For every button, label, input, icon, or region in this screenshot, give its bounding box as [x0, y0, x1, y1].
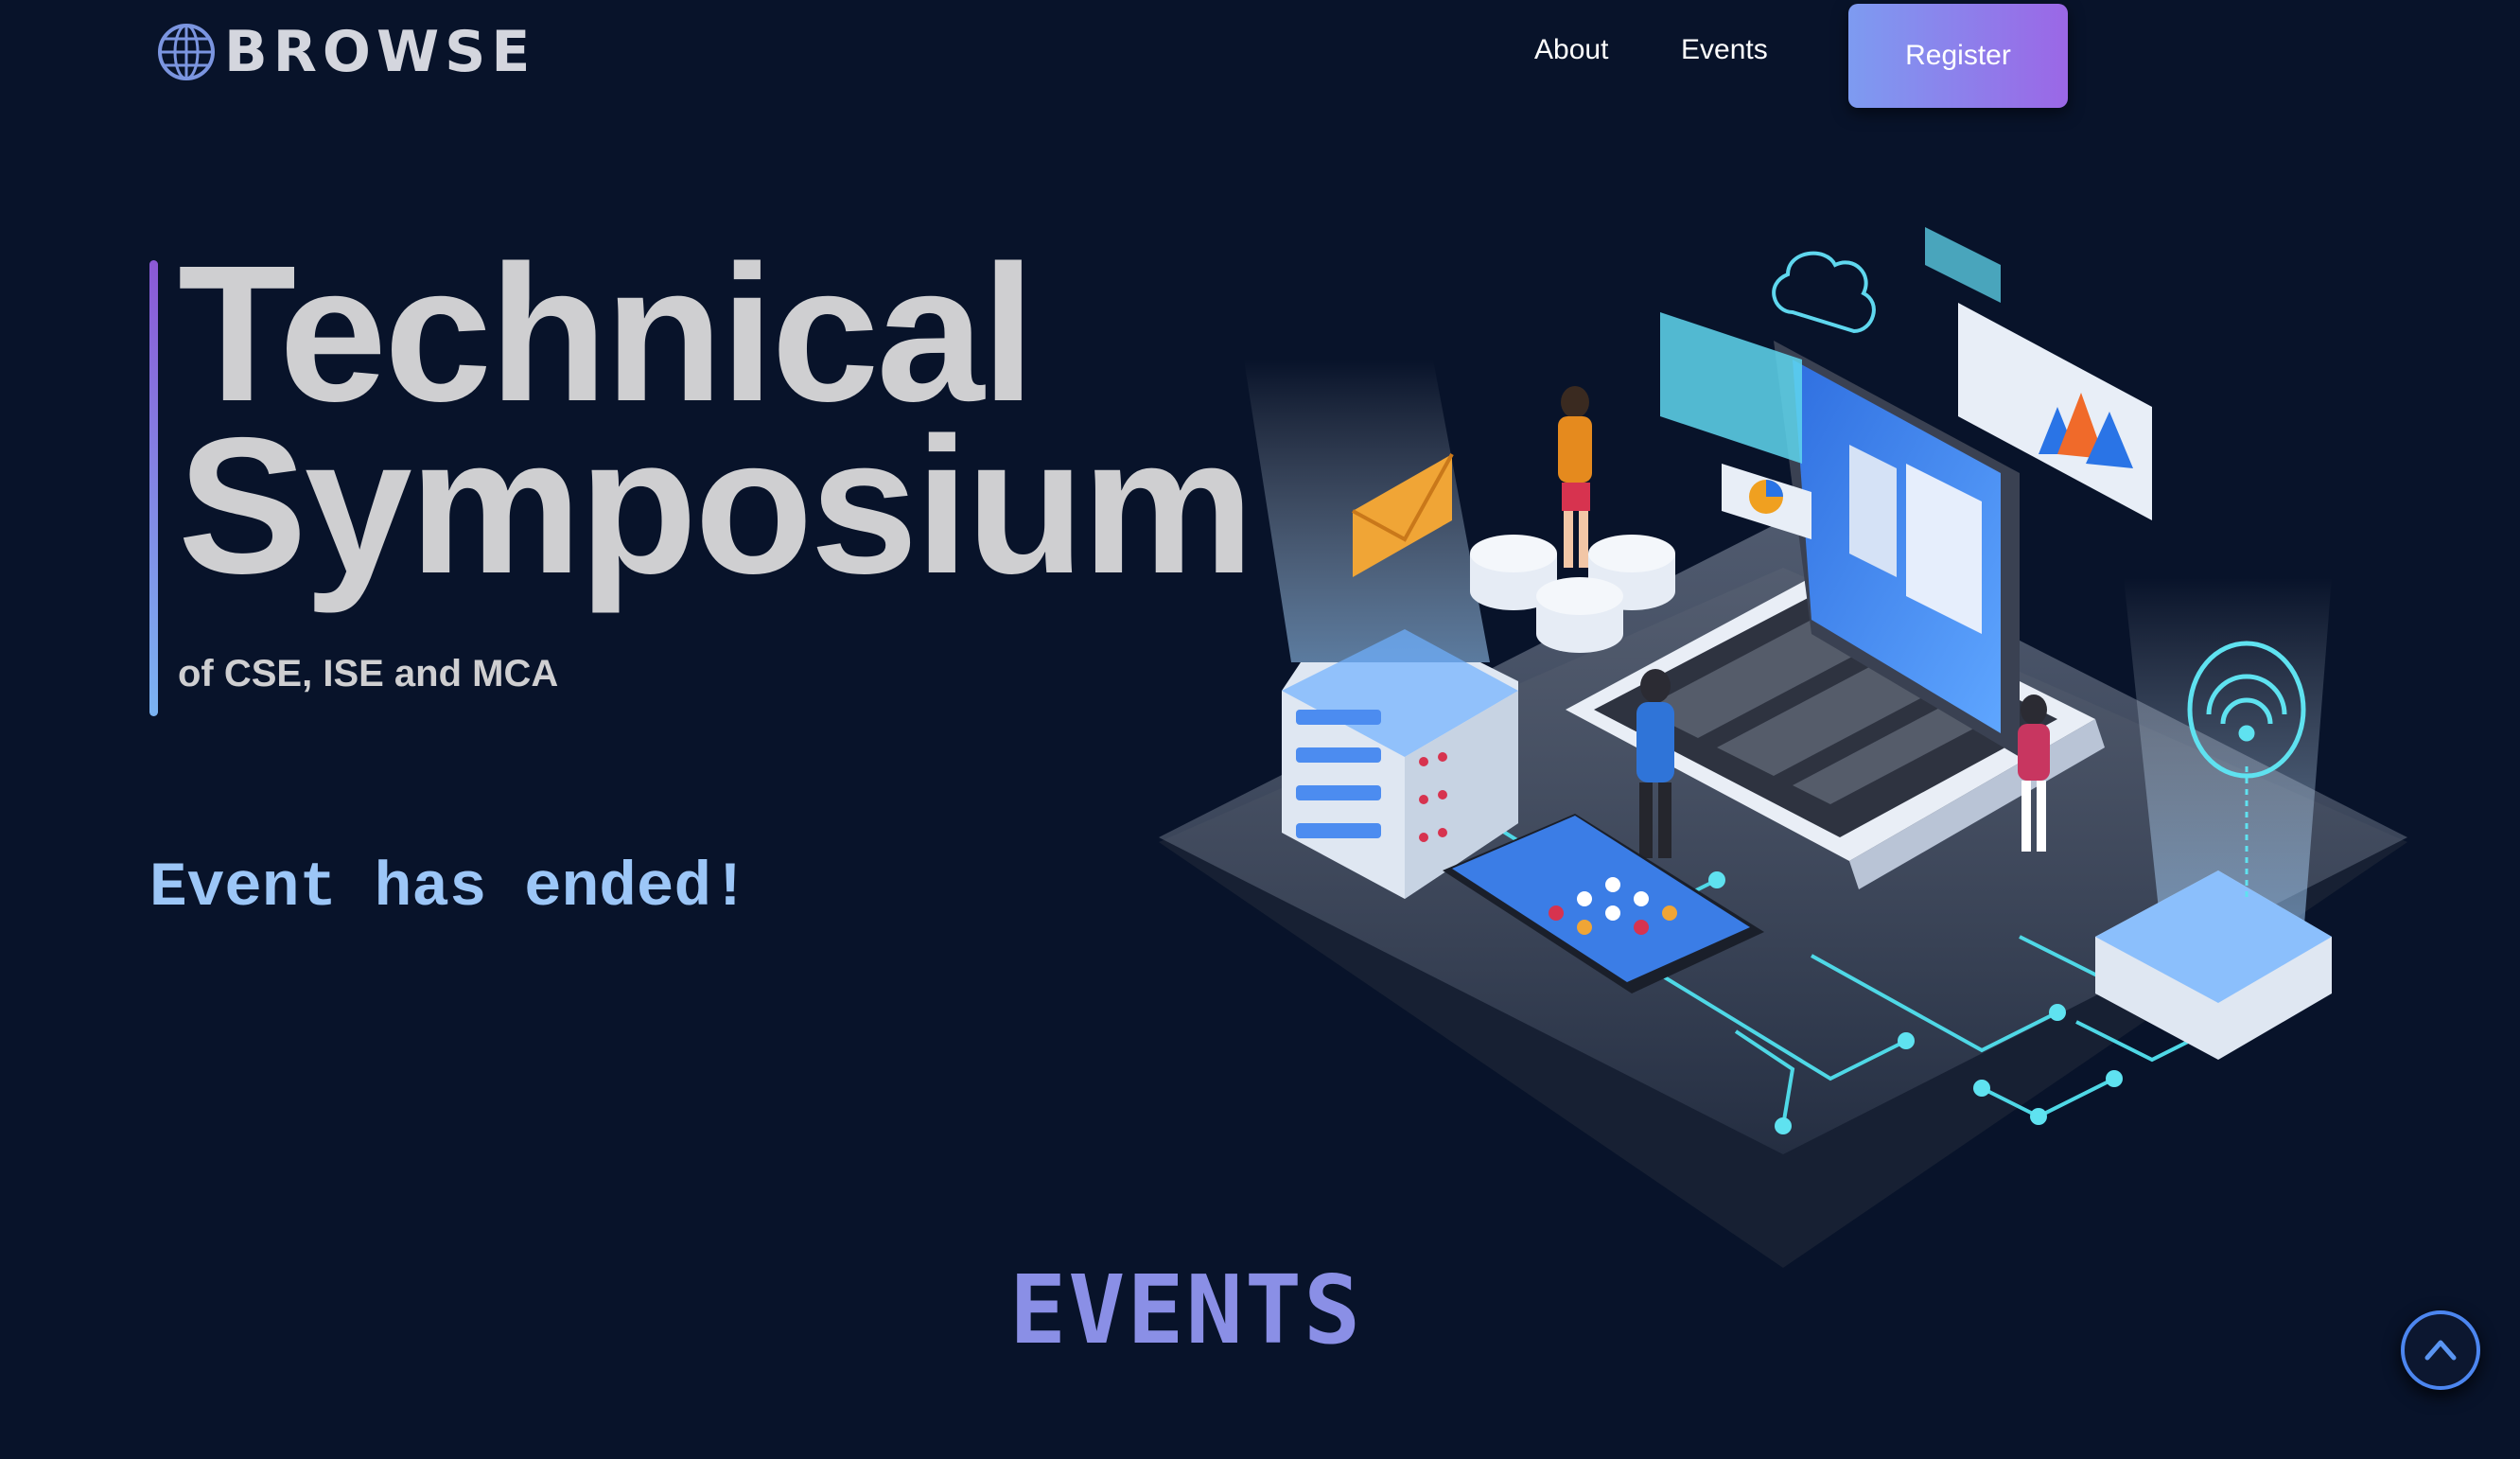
event-status-text: Event has ended! [149, 853, 749, 923]
title-accent-bar [149, 260, 158, 716]
navbar: BROWSE About Events Register [0, 0, 2520, 114]
chevron-up-icon [2424, 1340, 2457, 1361]
scroll-to-top-button[interactable] [2401, 1310, 2480, 1390]
hero-title-line-2: Symposium [178, 397, 1254, 614]
register-button[interactable]: Register [1848, 4, 2068, 108]
isometric-tech-illustration [1159, 227, 2407, 1268]
hero-subtitle: of CSE, ISE and MCA [178, 653, 559, 694]
events-section-heading: EVENTS [1009, 1255, 1363, 1365]
nav-link-about[interactable]: About [1534, 36, 1608, 64]
globe-icon [158, 24, 215, 80]
hero-title: Technical Symposium [178, 225, 1254, 614]
hero-title-line-1: Technical [178, 225, 1035, 442]
nav-link-events[interactable]: Events [1681, 36, 1768, 64]
brand-name: BROWSE [224, 19, 536, 85]
brand-logo-link[interactable]: BROWSE [156, 21, 535, 83]
